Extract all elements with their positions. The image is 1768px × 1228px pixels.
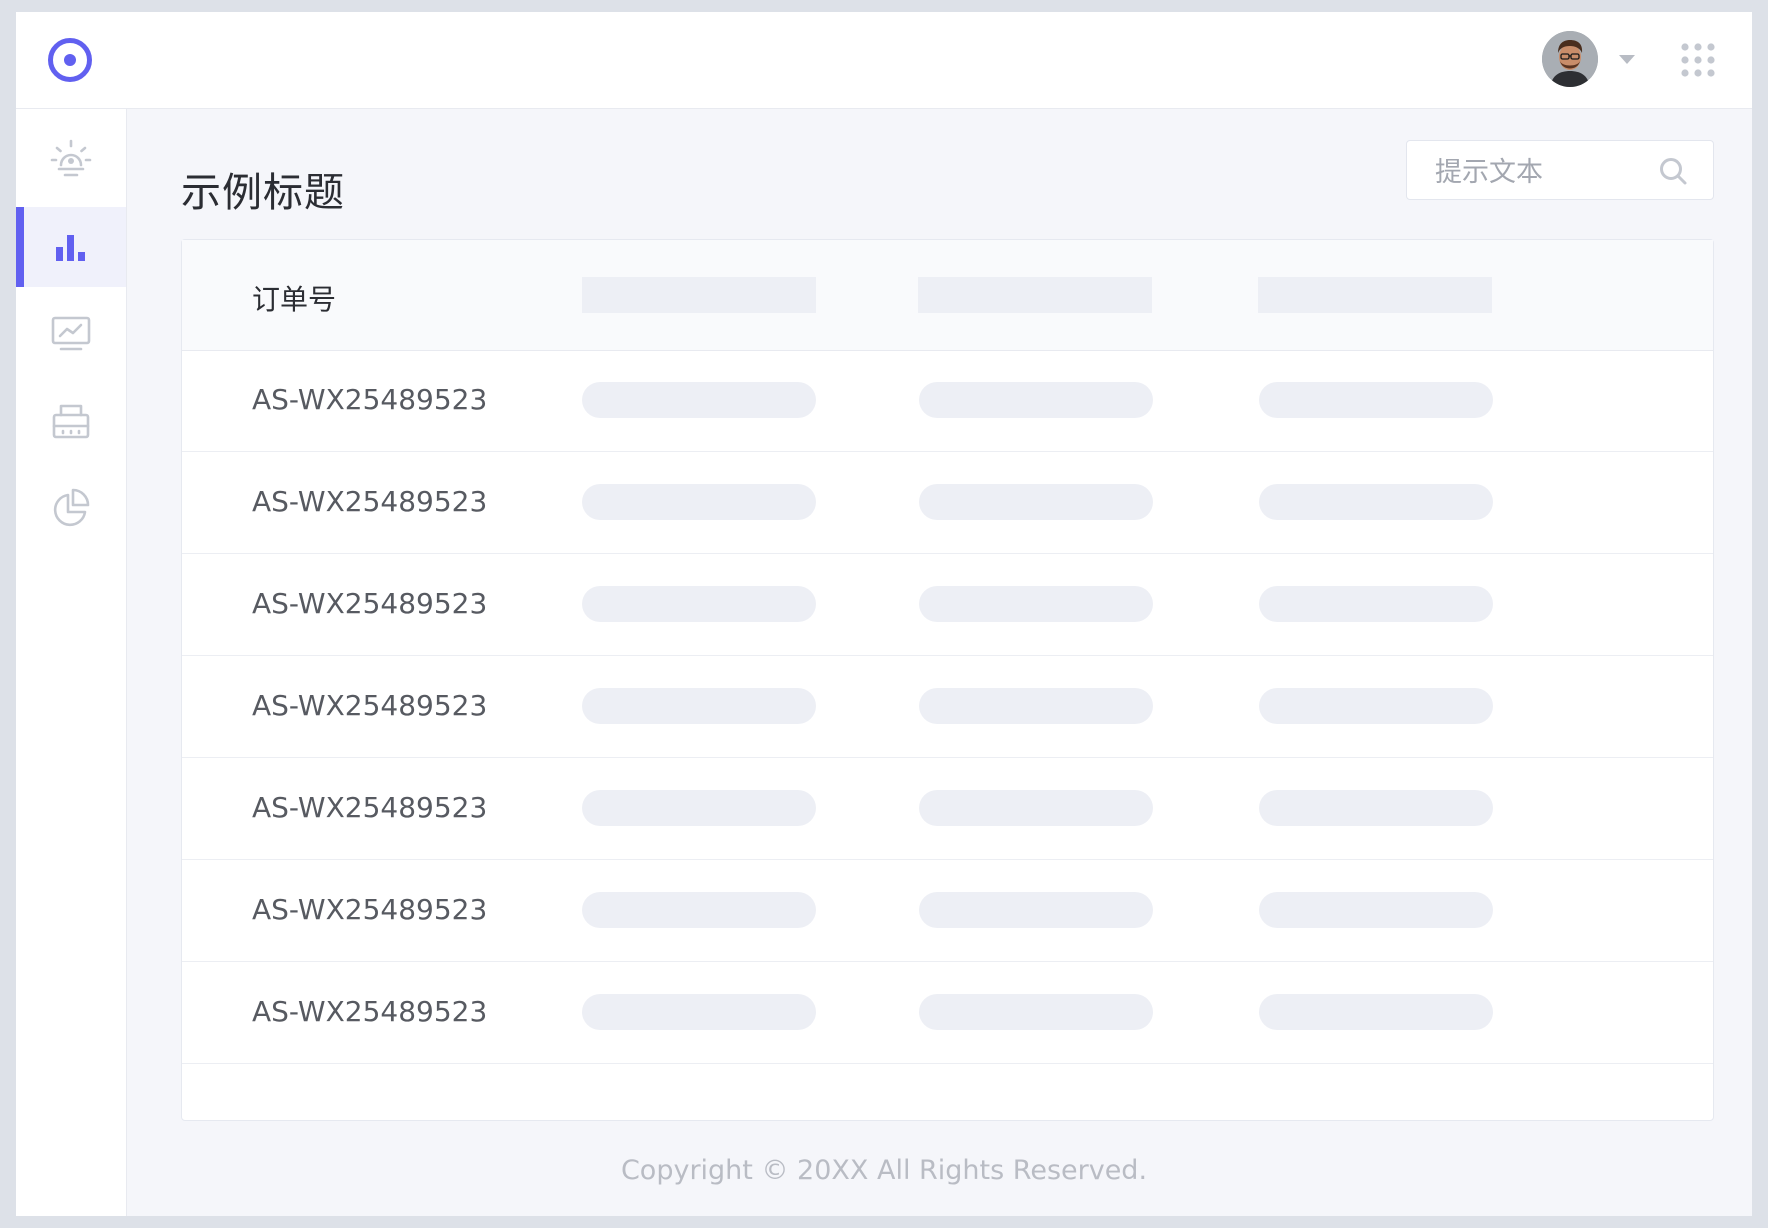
sidebar-item-alarm[interactable] <box>16 117 126 197</box>
cell-placeholder <box>582 688 816 724</box>
table-row[interactable]: AS-WX25489523 <box>182 656 1713 758</box>
printer-icon <box>52 404 90 439</box>
sidebar-item-printer[interactable] <box>16 381 126 461</box>
column-header-placeholder <box>918 277 1152 313</box>
search-icon[interactable] <box>1657 155 1689 187</box>
cell-placeholder <box>919 688 1153 724</box>
table-row[interactable]: AS-WX25489523 <box>182 452 1713 554</box>
page-title: 示例标题 <box>181 170 345 216</box>
cell-placeholder <box>919 586 1153 622</box>
column-header-placeholder <box>1258 277 1492 313</box>
order-id-cell: AS-WX25489523 <box>252 383 488 416</box>
search-input[interactable] <box>1433 151 1657 193</box>
order-id-cell: AS-WX25489523 <box>252 485 488 518</box>
cell-placeholder <box>582 382 816 418</box>
table-row[interactable]: AS-WX25489523 <box>182 350 1713 452</box>
order-id-cell: AS-WX25489523 <box>252 587 488 620</box>
top-bar <box>16 12 1752 109</box>
cell-placeholder <box>919 484 1153 520</box>
order-id-cell: AS-WX25489523 <box>252 791 488 824</box>
cell-placeholder <box>1259 790 1493 826</box>
cell-placeholder <box>1259 688 1493 724</box>
footer-copyright: Copyright © 20XX All Rights Reserved. <box>620 1155 1148 1186</box>
cell-placeholder <box>919 892 1153 928</box>
user-avatar[interactable] <box>1542 31 1598 87</box>
order-id-cell: AS-WX25489523 <box>252 893 488 926</box>
cell-placeholder <box>1259 484 1493 520</box>
column-header-order-id: 订单号 <box>252 283 337 316</box>
table-row[interactable]: AS-WX25489523 <box>182 554 1713 656</box>
cell-placeholder <box>582 892 816 928</box>
order-id-cell: AS-WX25489523 <box>252 995 488 1028</box>
cell-placeholder <box>582 790 816 826</box>
table-header: 订单号 <box>182 240 1713 351</box>
cell-placeholder <box>582 484 816 520</box>
sidebar-item-bar-chart[interactable] <box>16 207 126 287</box>
cell-placeholder <box>1259 892 1493 928</box>
pie-chart-icon <box>53 488 90 527</box>
table-row[interactable]: AS-WX25489523 <box>182 962 1713 1064</box>
apps-grid-icon[interactable] <box>1678 40 1718 80</box>
sidebar <box>16 109 127 1216</box>
table-row[interactable]: AS-WX25489523 <box>182 758 1713 860</box>
caret-down-icon[interactable] <box>1617 51 1637 67</box>
bar-chart-icon <box>56 235 85 261</box>
cell-placeholder <box>1259 994 1493 1030</box>
cell-placeholder <box>1259 382 1493 418</box>
orders-table: 订单号 AS-WX25489523 AS-WX25489523 AS-WX254… <box>181 239 1714 1121</box>
ring-logo-icon[interactable] <box>46 36 94 84</box>
order-id-cell: AS-WX25489523 <box>252 689 488 722</box>
alarm-light-icon <box>50 139 92 177</box>
sidebar-item-pie-chart[interactable] <box>16 467 126 547</box>
search-box <box>1406 140 1714 200</box>
cell-placeholder <box>919 790 1153 826</box>
cell-placeholder <box>582 994 816 1030</box>
sidebar-item-monitor[interactable] <box>16 294 126 374</box>
column-header-placeholder <box>582 277 816 313</box>
cell-placeholder <box>919 382 1153 418</box>
cell-placeholder <box>919 994 1153 1030</box>
monitor-chart-icon <box>51 316 91 351</box>
cell-placeholder <box>582 586 816 622</box>
cell-placeholder <box>1259 586 1493 622</box>
app-window: 示例标题 订单号 AS-WX25489523 AS-WX25489523 <box>16 12 1752 1216</box>
table-row[interactable]: AS-WX25489523 <box>182 860 1713 962</box>
